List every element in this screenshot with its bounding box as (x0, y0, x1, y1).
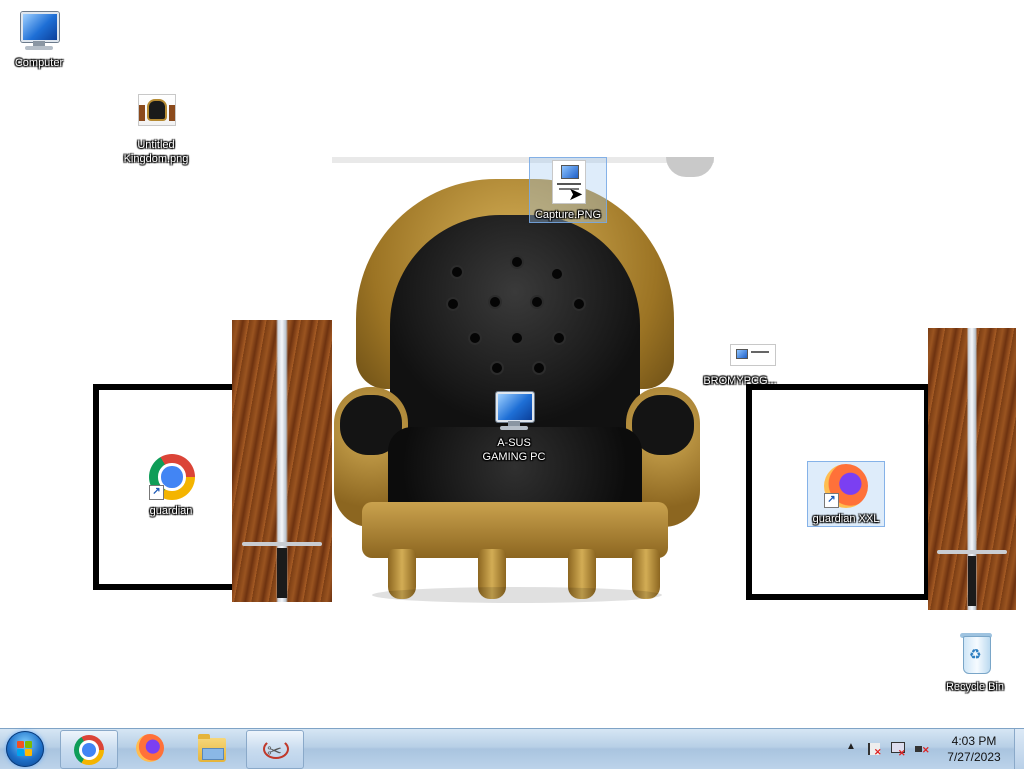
clock-time: 4:03 PM (951, 734, 997, 748)
show-desktop-button[interactable] (1014, 729, 1024, 769)
action-center-flag-icon[interactable] (866, 741, 882, 758)
wallpaper-right-sword (928, 328, 1016, 610)
windows-logo-icon (17, 741, 33, 757)
recycle-bin-icon (951, 630, 999, 678)
wallpaper-throne-image (332, 157, 714, 605)
image-file-icon: ➤ (544, 158, 592, 206)
desktop-icon-label: Capture.PNG (534, 209, 602, 221)
clock-date: 7/27/2023 (947, 750, 1001, 764)
taskbar-clock[interactable]: 4:03 PM 7/27/2023 (940, 733, 1008, 765)
desktop-icon-untitled-kingdom[interactable]: Untitled Kingdom.png (118, 88, 194, 166)
desktop-icon-label: Recycle Bin (945, 681, 1005, 693)
image-file-icon (132, 88, 180, 136)
taskbar-button-snipping-tool[interactable] (246, 730, 304, 769)
desktop-icon-guardian[interactable]: ↗ guardian (133, 454, 209, 518)
mouse-cursor-icon: ➤ (568, 184, 584, 204)
desktop-icon-capture-png[interactable]: ➤ Capture.PNG (529, 157, 607, 223)
firefox-icon (136, 734, 164, 762)
desktop-icon-label: Computer (14, 57, 64, 69)
desktop-icon-guardian-xxl[interactable]: ↗ guardian XXL (807, 461, 885, 527)
desktop-icon-recycle-bin[interactable]: Recycle Bin (937, 630, 1013, 694)
scissors-icon (261, 735, 289, 763)
desktop-icon-computer[interactable]: Computer (1, 6, 77, 70)
image-file-icon (716, 334, 776, 382)
desktop-icon-label: guardian (149, 505, 193, 517)
shortcut-arrow-icon: ↗ (149, 485, 164, 500)
network-icon[interactable] (890, 741, 906, 759)
taskbar-button-chrome[interactable] (60, 730, 118, 769)
desktop: Computer Untitled Kingdom.png ➤ Capture.… (0, 0, 1024, 728)
show-hidden-icons-button[interactable]: ▲ (846, 741, 856, 752)
desktop-icon-asus-gaming-pc[interactable]: A-SUS GAMING PC (476, 386, 552, 464)
taskbar-button-firefox[interactable] (122, 730, 178, 767)
chrome-icon (74, 735, 104, 765)
computer-icon (490, 386, 538, 434)
computer-icon (15, 6, 63, 54)
desktop-icon-bromypcg[interactable]: BROMYPCG... (702, 334, 778, 388)
desktop-icon-label: guardian XXL (812, 513, 880, 525)
desktop-icon-label: A-SUS GAMING PC (482, 437, 546, 463)
desktop-icon-label: Untitled Kingdom.png (123, 139, 189, 165)
folder-icon (198, 734, 226, 762)
start-button[interactable] (6, 731, 44, 767)
volume-muted-icon[interactable] (914, 741, 930, 757)
wallpaper-left-sword (232, 320, 332, 602)
taskbar: ▲ 4:03 PM 7/27/2023 (0, 728, 1024, 769)
taskbar-button-file-explorer[interactable] (184, 730, 240, 767)
shortcut-arrow-icon: ↗ (824, 493, 839, 508)
